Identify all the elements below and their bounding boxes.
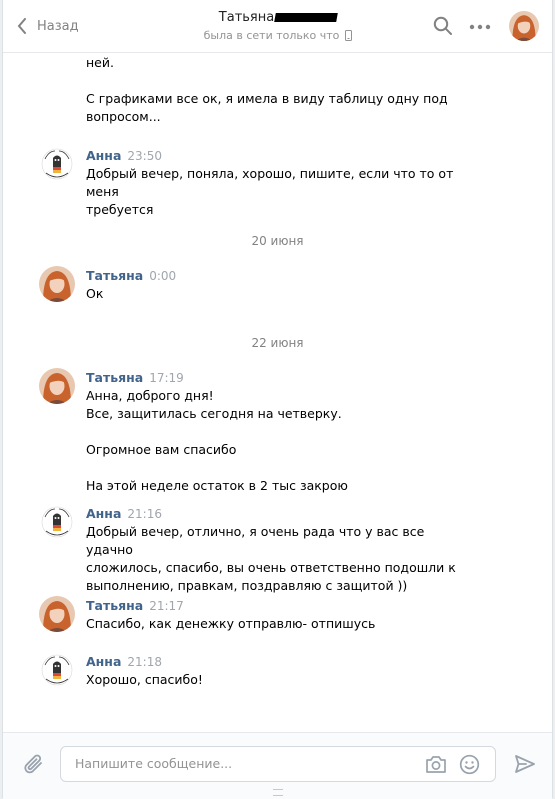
resize-handle[interactable] xyxy=(273,789,283,796)
phone-icon xyxy=(345,30,353,41)
message-text: Добрый вечер, отлично, я очень рада что … xyxy=(86,524,456,593)
message-text: Хорошо, спасибо! xyxy=(86,672,203,687)
avatar[interactable] xyxy=(39,505,75,541)
message-input[interactable] xyxy=(73,755,407,772)
message-header: Анна 21:18 xyxy=(86,653,162,671)
message-input-box[interactable] xyxy=(60,746,496,782)
search-icon[interactable] xyxy=(433,16,453,36)
author-name[interactable]: Анна xyxy=(86,148,121,163)
online-status: была в сети только что xyxy=(153,29,403,42)
date-separator: 20 июня xyxy=(251,234,304,248)
message-text: Добрый вечер, поняла, хорошо, пишите, ес… xyxy=(86,166,454,217)
message-history[interactable]: ней. С графиками все ок, я имела в виду … xyxy=(3,53,552,731)
chevron-left-icon xyxy=(17,18,26,34)
message-text: ней. С графиками все ок, я имела в виду … xyxy=(86,55,448,124)
back-label: Назад xyxy=(37,18,79,34)
author-name[interactable]: Татьяна xyxy=(86,268,143,283)
status-text: была в сети только что xyxy=(203,29,340,42)
contact-name: Татьяна xyxy=(153,10,403,25)
chat-window: Назад Татьяна была в сети только что ней… xyxy=(2,0,553,799)
camera-icon[interactable] xyxy=(425,755,447,774)
message-header: Анна 23:50 xyxy=(86,147,162,165)
contact-avatar[interactable] xyxy=(509,11,539,41)
chat-header: Назад Татьяна была в сети только что xyxy=(3,0,552,53)
message-text: Анна, доброго дня! Все, защитилась сегод… xyxy=(86,388,348,493)
message-header: Татьяна 0:00 xyxy=(86,267,176,285)
message-text: Спасибо, как денежку отправлю- отпишусь xyxy=(86,616,376,631)
more-icon[interactable] xyxy=(469,24,491,30)
message-time[interactable]: 0:00 xyxy=(149,269,176,283)
contact-info[interactable]: Татьяна была в сети только что xyxy=(153,10,403,42)
avatar[interactable] xyxy=(39,653,75,689)
message-header: Анна 21:16 xyxy=(86,505,162,523)
send-icon[interactable] xyxy=(514,754,536,774)
redaction-mark xyxy=(274,13,339,22)
message-time[interactable]: 21:17 xyxy=(149,599,184,613)
attach-icon[interactable] xyxy=(23,753,45,777)
author-name[interactable]: Татьяна xyxy=(86,370,143,385)
message-time[interactable]: 23:50 xyxy=(127,149,162,163)
message-header: Татьяна 21:17 xyxy=(86,597,184,615)
message-time[interactable]: 21:18 xyxy=(127,655,162,669)
author-name[interactable]: Анна xyxy=(86,654,121,669)
date-separator: 22 июня xyxy=(251,336,304,350)
author-name[interactable]: Анна xyxy=(86,506,121,521)
avatar[interactable] xyxy=(39,596,75,632)
message-text: Ок xyxy=(86,286,104,301)
message-composer xyxy=(3,732,552,799)
message-time[interactable]: 17:19 xyxy=(149,371,184,385)
back-button[interactable]: Назад xyxy=(17,14,79,38)
avatar[interactable] xyxy=(39,368,75,404)
avatar[interactable] xyxy=(39,266,75,302)
smile-icon[interactable] xyxy=(459,754,480,775)
message-header: Татьяна 17:19 xyxy=(86,369,184,387)
author-name[interactable]: Татьяна xyxy=(86,598,143,613)
message-time[interactable]: 21:16 xyxy=(127,507,162,521)
avatar[interactable] xyxy=(39,147,75,183)
